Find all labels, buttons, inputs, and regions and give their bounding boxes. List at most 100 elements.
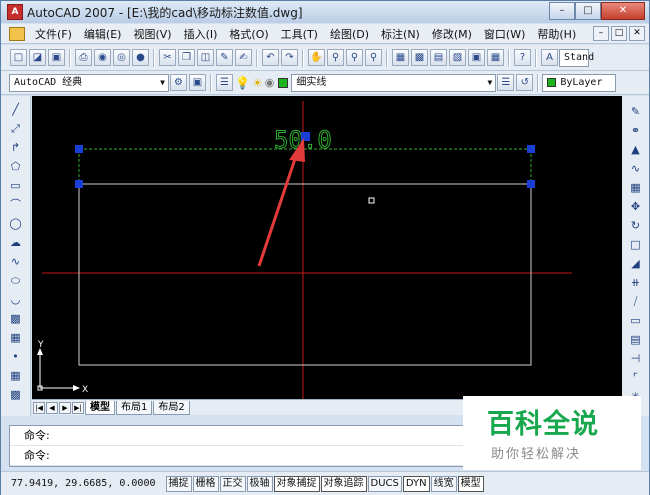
toggle-dyn[interactable]: DYN [402, 475, 430, 492]
revision-cloud-icon[interactable]: ☁ [7, 234, 24, 251]
last-tab-icon[interactable]: ▶| [72, 401, 84, 414]
workspace-combo[interactable]: AutoCAD 经典 ▼ [9, 73, 169, 92]
gradient-icon[interactable]: ▩ [7, 386, 24, 403]
tab-model[interactable]: 模型 [85, 400, 115, 415]
grip-dimension-text[interactable] [301, 132, 310, 141]
stretch-icon[interactable]: ◢ [627, 255, 644, 272]
toggle-otrack[interactable]: 对象追踪 [320, 475, 367, 492]
redo-icon[interactable]: ↷ [281, 49, 298, 66]
menu-format[interactable]: 格式(O) [223, 26, 274, 42]
erase-icon[interactable]: ✎ [627, 103, 644, 120]
save-icon[interactable]: ▣ [48, 49, 65, 66]
publish-web-icon[interactable]: ● [132, 49, 149, 66]
layer-combo[interactable]: 细实线 ▼ [291, 73, 497, 92]
trim-icon[interactable]: ⧺ [627, 274, 644, 291]
circle-icon[interactable]: ◯ [7, 215, 24, 232]
toggle-ortho[interactable]: 正交 [219, 475, 246, 492]
rotate-icon[interactable]: ↻ [627, 217, 644, 234]
menu-view[interactable]: 视图(V) [127, 26, 177, 42]
zoom-previous-icon[interactable]: ⚲ [365, 49, 382, 66]
tab-layout1[interactable]: 布局1 [116, 400, 153, 415]
color-combo[interactable]: ByLayer [542, 73, 617, 92]
text-style-icon[interactable]: A [541, 49, 558, 66]
join-icon[interactable]: ▤ [627, 331, 644, 348]
drawn-rectangle[interactable] [78, 183, 532, 366]
layer-previous-icon[interactable]: ↺ [516, 74, 534, 91]
menu-file[interactable]: 文件(F) [29, 26, 78, 42]
grip-dim-left[interactable] [75, 145, 83, 153]
next-tab-icon[interactable]: ▶ [59, 401, 71, 414]
line-icon[interactable]: ╱ [7, 101, 24, 118]
zoom-window-icon[interactable]: ⚲ [346, 49, 363, 66]
doc-minimize-button[interactable]: – [593, 26, 609, 41]
polygon-icon[interactable]: ⬠ [7, 158, 24, 175]
drawing-canvas[interactable]: 50.0 Y X [32, 96, 622, 399]
coordinate-readout[interactable]: 77.9419, 29.6685, 0.0000 [1, 478, 166, 489]
toggle-osnap[interactable]: 对象捕捉 [273, 475, 320, 492]
toggle-snap[interactable]: 捕捉 [165, 475, 192, 492]
hatch-icon[interactable]: ▦ [7, 367, 24, 384]
zoom-realtime-icon[interactable]: ⚲ [327, 49, 344, 66]
text-style-combo[interactable]: Stand [559, 48, 594, 67]
toggle-polar[interactable]: 极轴 [246, 475, 273, 492]
array-icon[interactable]: ▦ [627, 179, 644, 196]
help-icon[interactable]: ? [514, 49, 531, 66]
grip-ext-right[interactable] [527, 180, 535, 188]
tab-layout2[interactable]: 布局2 [153, 400, 190, 415]
doc-close-button[interactable]: ✕ [629, 26, 645, 41]
construction-line-icon[interactable]: ⤢ [7, 120, 24, 137]
scale-icon[interactable]: □ [627, 236, 644, 253]
prev-tab-icon[interactable]: ◀ [46, 401, 58, 414]
menu-tools[interactable]: 工具(T) [275, 26, 324, 42]
pan-icon[interactable]: ✋ [308, 49, 325, 66]
calculator-icon[interactable]: ▦ [487, 49, 504, 66]
layer-manager-icon[interactable]: ☰ [216, 74, 233, 91]
match-properties-icon[interactable]: ✎ [216, 49, 233, 66]
autocad-app-icon[interactable]: A [7, 4, 23, 20]
toggle-grid[interactable]: 栅格 [192, 475, 219, 492]
spline-icon[interactable]: ∿ [7, 253, 24, 270]
maximize-button[interactable]: □ [575, 2, 601, 20]
point-icon[interactable]: • [7, 348, 24, 365]
markup-icon[interactable]: ▣ [468, 49, 485, 66]
mirror-icon[interactable]: ▲ [627, 141, 644, 158]
menu-window[interactable]: 窗口(W) [478, 26, 531, 42]
polyline-icon[interactable]: ↱ [7, 139, 24, 156]
fillet-icon[interactable]: ⌜ [627, 369, 644, 386]
minimize-button[interactable]: – [549, 2, 575, 20]
move-icon[interactable]: ✥ [627, 198, 644, 215]
make-current-layer-icon[interactable]: ☰ [497, 74, 515, 91]
undo-icon[interactable]: ↶ [262, 49, 279, 66]
plot-preview-icon[interactable]: ◉ [94, 49, 111, 66]
rectangle-icon[interactable]: ▭ [7, 177, 24, 194]
design-center-icon[interactable]: ▩ [411, 49, 428, 66]
copy-object-icon[interactable]: ⚭ [627, 122, 644, 139]
arc-icon[interactable]: ⌒ [7, 196, 24, 213]
publish-icon[interactable]: ◎ [113, 49, 130, 66]
menu-draw[interactable]: 绘图(D) [324, 26, 375, 42]
paste-icon[interactable]: ◫ [197, 49, 214, 66]
ellipse-arc-icon[interactable]: ◡ [7, 291, 24, 308]
cut-icon[interactable]: ✂ [159, 49, 176, 66]
open-icon[interactable]: ◪ [29, 49, 46, 66]
toggle-ducs[interactable]: DUCS [367, 475, 402, 492]
tool-palettes-icon[interactable]: ▤ [430, 49, 447, 66]
ellipse-icon[interactable]: ⬭ [7, 272, 24, 289]
toggle-lineweight[interactable]: 线宽 [430, 475, 457, 492]
extend-icon[interactable]: ⧸ [627, 293, 644, 310]
menu-help[interactable]: 帮助(H) [531, 26, 582, 42]
close-button[interactable]: ✕ [601, 2, 645, 20]
save-workspace-icon[interactable]: ▣ [189, 74, 206, 91]
menu-edit[interactable]: 编辑(E) [78, 26, 128, 42]
doc-restore-button[interactable]: □ [611, 26, 627, 41]
break-icon[interactable]: ▭ [627, 312, 644, 329]
new-icon[interactable]: □ [10, 49, 27, 66]
block-editor-icon[interactable]: ✍ [235, 49, 252, 66]
grip-ext-left[interactable] [75, 180, 83, 188]
sheet-set-icon[interactable]: ▧ [449, 49, 466, 66]
menu-dimension[interactable]: 标注(N) [375, 26, 426, 42]
chamfer-icon[interactable]: ⊣ [627, 350, 644, 367]
print-icon[interactable]: ⎙ [75, 49, 92, 66]
grip-dim-right[interactable] [527, 145, 535, 153]
workspace-settings-icon[interactable]: ⚙ [170, 74, 187, 91]
